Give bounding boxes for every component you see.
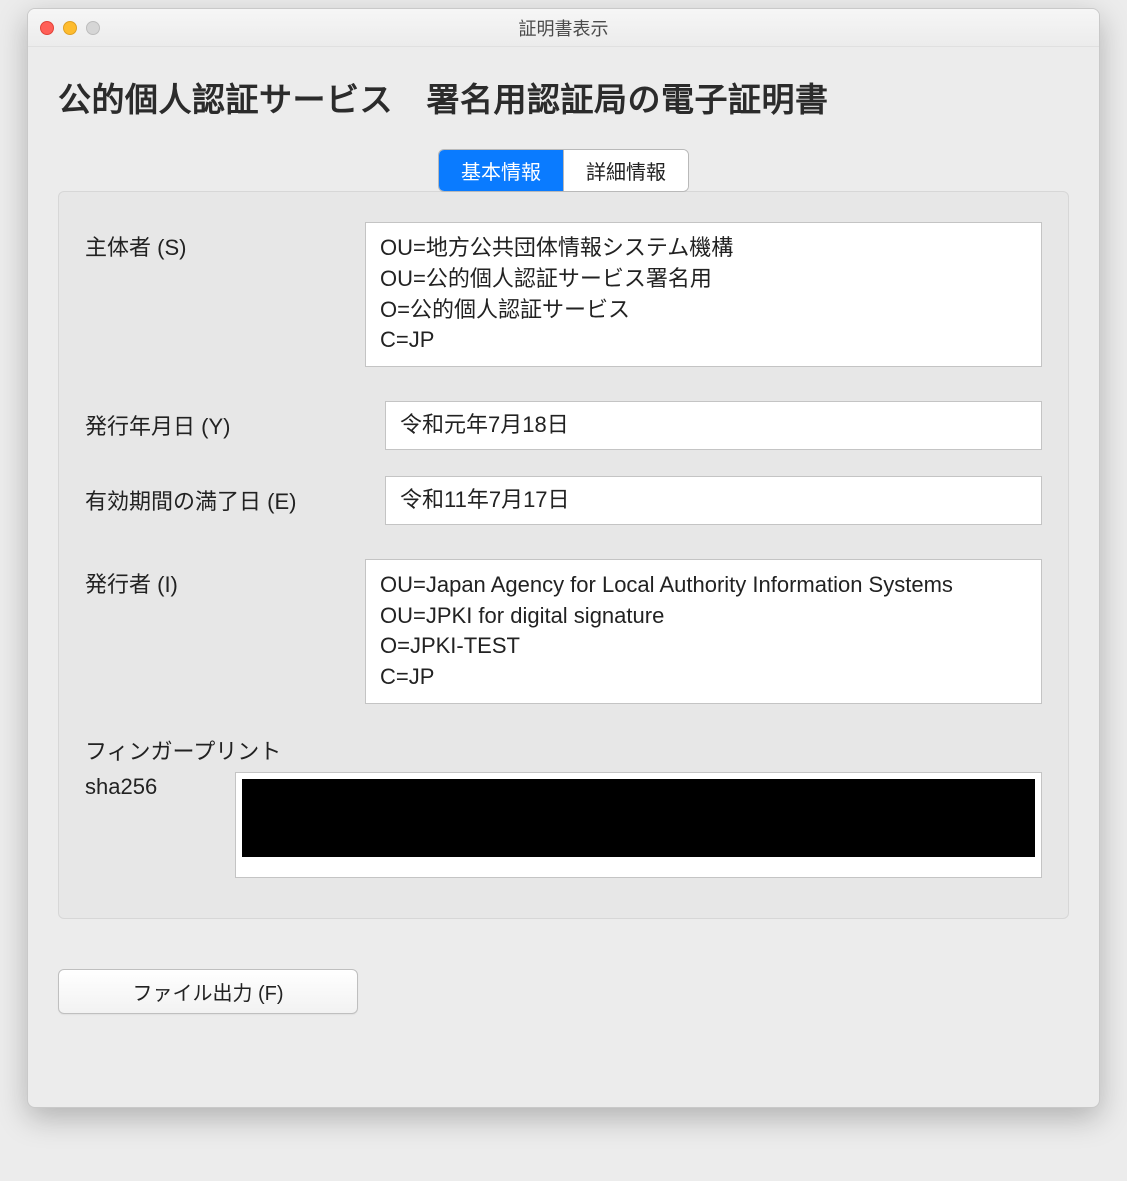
value-expiry[interactable]: 令和11年7月17日 xyxy=(385,476,1042,525)
label-issuer: 発行者 (I) xyxy=(85,559,365,599)
content: 公的個人認証サービス 署名用認証局の電子証明書 基本情報 詳細情報 主体者 (S… xyxy=(28,47,1099,1044)
window-title: 証明書表示 xyxy=(28,15,1099,41)
label-expiry: 有効期間の満了日 (E) xyxy=(85,476,385,516)
fingerprint-section: フィンガープリント sha256 xyxy=(85,734,1042,878)
window-controls xyxy=(40,21,100,35)
page-title: 公的個人認証サービス 署名用認証局の電子証明書 xyxy=(58,73,1069,121)
window: 証明書表示 公的個人認証サービス 署名用認証局の電子証明書 基本情報 詳細情報 … xyxy=(27,8,1100,1108)
minimize-icon[interactable] xyxy=(63,21,77,35)
value-issuer[interactable]: OU=Japan Agency for Local Authority Info… xyxy=(365,559,1042,704)
segmented-control: 基本情報 詳細情報 xyxy=(438,149,689,192)
basic-info-panel: 主体者 (S) OU=地方公共団体情報システム機構 OU=公的個人認証サービス署… xyxy=(58,191,1069,919)
fingerprint-algo: sha256 xyxy=(85,772,235,800)
value-issued[interactable]: 令和元年7月18日 xyxy=(385,401,1042,450)
row-subject: 主体者 (S) OU=地方公共団体情報システム機構 OU=公的個人認証サービス署… xyxy=(85,222,1042,367)
fingerprint-title: フィンガープリント xyxy=(85,734,1042,766)
row-issuer: 発行者 (I) OU=Japan Agency for Local Author… xyxy=(85,559,1042,704)
row-issued: 発行年月日 (Y) 令和元年7月18日 xyxy=(85,401,1042,450)
tab-basic[interactable]: 基本情報 xyxy=(439,150,563,191)
footer: ファイル出力 (F) xyxy=(58,969,1069,1014)
label-issued: 発行年月日 (Y) xyxy=(85,401,385,441)
redaction-block xyxy=(242,779,1035,857)
maximize-icon xyxy=(86,21,100,35)
titlebar: 証明書表示 xyxy=(28,9,1099,47)
fingerprint-row: sha256 xyxy=(85,772,1042,878)
label-subject: 主体者 (S) xyxy=(85,222,365,262)
tab-bar: 基本情報 詳細情報 xyxy=(58,149,1069,192)
export-file-button[interactable]: ファイル出力 (F) xyxy=(58,969,358,1014)
fingerprint-value-box[interactable] xyxy=(235,772,1042,878)
close-icon[interactable] xyxy=(40,21,54,35)
tab-detail[interactable]: 詳細情報 xyxy=(563,150,688,191)
value-subject[interactable]: OU=地方公共団体情報システム機構 OU=公的個人認証サービス署名用 O=公的個… xyxy=(365,222,1042,367)
row-expiry: 有効期間の満了日 (E) 令和11年7月17日 xyxy=(85,476,1042,525)
